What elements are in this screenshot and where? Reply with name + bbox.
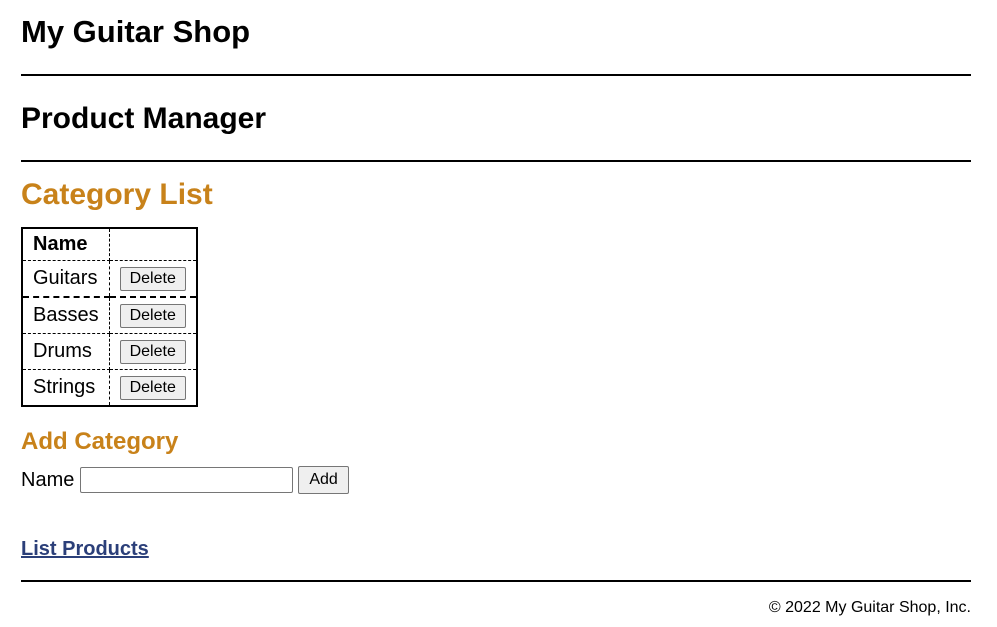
category-list-heading: Category List	[21, 178, 213, 211]
table-header-row: Name	[21, 227, 198, 261]
add-category-heading: Add Category	[21, 428, 179, 455]
category-name-input[interactable]	[80, 467, 294, 493]
table-row: Basses Delete	[21, 296, 198, 334]
delete-guitars-button[interactable]: Delete	[119, 267, 186, 291]
shop-title: My Guitar Shop	[21, 14, 251, 49]
category-name-cell: Strings	[21, 369, 110, 407]
footer-divider	[21, 580, 971, 582]
category-action-cell: Delete	[108, 369, 198, 407]
name-label: Name	[21, 468, 75, 491]
add-button[interactable]: Add	[298, 466, 349, 494]
category-table: Name Guitars Delete Basses Delete Drums	[21, 227, 198, 407]
page: My Guitar Shop Product Manager Category …	[0, 0, 997, 627]
category-name-cell: Guitars	[21, 260, 110, 298]
delete-strings-button[interactable]: Delete	[119, 376, 186, 400]
header-divider	[21, 74, 971, 76]
category-action-cell: Delete	[108, 333, 198, 370]
table-row: Guitars Delete	[21, 260, 198, 298]
section-divider	[21, 160, 971, 162]
delete-drums-button[interactable]: Delete	[119, 340, 186, 364]
delete-basses-button[interactable]: Delete	[119, 304, 186, 328]
category-name-cell: Basses	[21, 296, 110, 334]
category-action-cell: Delete	[108, 296, 198, 334]
copyright-text: © 2022 My Guitar Shop, Inc.	[768, 599, 971, 616]
column-header-name: Name	[21, 227, 110, 261]
column-header-action	[108, 227, 198, 261]
list-products-link[interactable]: List Products	[21, 537, 149, 561]
table-row: Strings Delete	[21, 369, 198, 407]
add-category-form: Name Add	[21, 466, 349, 494]
category-action-cell: Delete	[108, 260, 198, 298]
table-row: Drums Delete	[21, 333, 198, 370]
page-title: Product Manager	[21, 102, 267, 135]
category-name-cell: Drums	[21, 333, 110, 370]
